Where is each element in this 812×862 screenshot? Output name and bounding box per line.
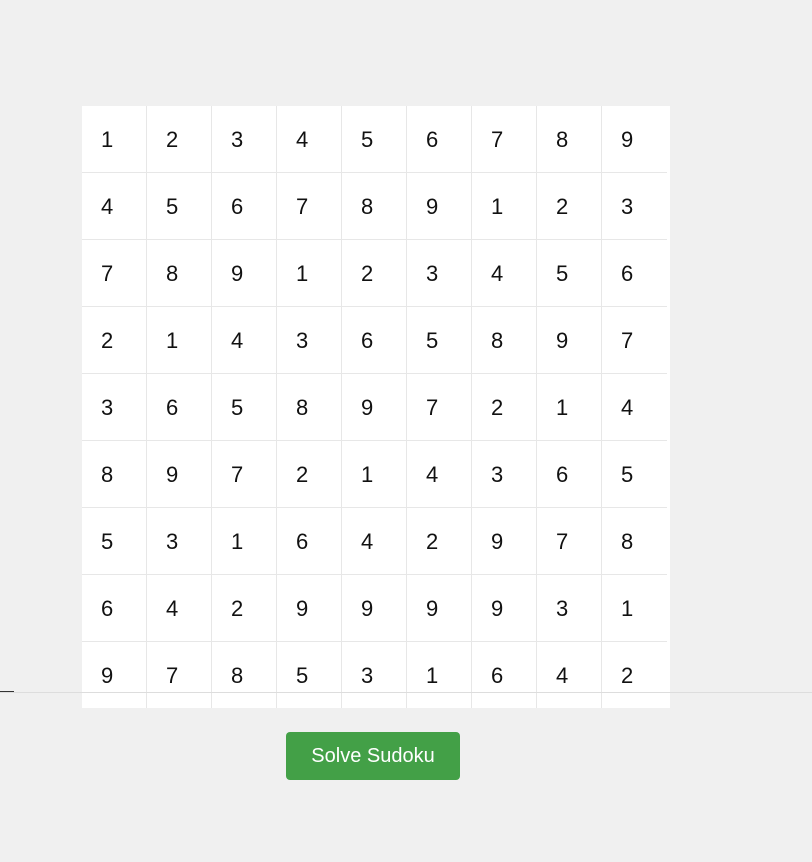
sudoku-cell[interactable]: 4 xyxy=(277,106,342,173)
sudoku-board: 1 2 3 4 5 6 7 8 9 4 5 6 7 8 9 1 2 3 7 8 … xyxy=(82,106,670,708)
sudoku-cell[interactable]: 6 xyxy=(602,240,667,307)
sudoku-cell[interactable]: 3 xyxy=(82,374,147,441)
sudoku-cell[interactable]: 6 xyxy=(82,575,147,642)
sudoku-cell[interactable]: 8 xyxy=(82,441,147,508)
sudoku-cell[interactable]: 3 xyxy=(212,106,277,173)
sudoku-cell[interactable]: 2 xyxy=(82,307,147,374)
sudoku-cell[interactable]: 6 xyxy=(147,374,212,441)
solve-sudoku-button[interactable]: Solve Sudoku xyxy=(286,732,460,780)
sudoku-cell[interactable]: 9 xyxy=(277,575,342,642)
sudoku-cell[interactable]: 9 xyxy=(342,575,407,642)
sudoku-cell[interactable]: 7 xyxy=(472,106,537,173)
sudoku-cell[interactable]: 5 xyxy=(212,374,277,441)
sudoku-cell[interactable]: 7 xyxy=(602,307,667,374)
sudoku-cell[interactable]: 2 xyxy=(602,642,667,708)
sudoku-cell[interactable]: 9 xyxy=(407,575,472,642)
sudoku-cell[interactable]: 7 xyxy=(212,441,277,508)
sudoku-cell[interactable]: 3 xyxy=(147,508,212,575)
sudoku-cell[interactable]: 4 xyxy=(147,575,212,642)
sudoku-cell[interactable]: 8 xyxy=(472,307,537,374)
sudoku-cell[interactable]: 5 xyxy=(147,173,212,240)
sudoku-cell[interactable]: 2 xyxy=(472,374,537,441)
sudoku-cell[interactable]: 7 xyxy=(407,374,472,441)
sudoku-cell[interactable]: 6 xyxy=(407,106,472,173)
sudoku-cell[interactable]: 8 xyxy=(602,508,667,575)
bottom-divider xyxy=(0,692,812,693)
sudoku-cell[interactable]: 4 xyxy=(82,173,147,240)
sudoku-cell[interactable]: 3 xyxy=(602,173,667,240)
sudoku-cell[interactable]: 2 xyxy=(537,173,602,240)
sudoku-cell[interactable]: 1 xyxy=(602,575,667,642)
sudoku-cell[interactable]: 8 xyxy=(537,106,602,173)
sudoku-cell[interactable]: 1 xyxy=(537,374,602,441)
sudoku-cell[interactable]: 6 xyxy=(472,642,537,708)
sudoku-cell[interactable]: 5 xyxy=(342,106,407,173)
sudoku-cell[interactable]: 5 xyxy=(602,441,667,508)
sudoku-cell[interactable]: 7 xyxy=(277,173,342,240)
sudoku-cell[interactable]: 1 xyxy=(147,307,212,374)
sudoku-cell[interactable]: 4 xyxy=(407,441,472,508)
sudoku-cell[interactable]: 9 xyxy=(212,240,277,307)
sudoku-cell[interactable]: 6 xyxy=(212,173,277,240)
sudoku-cell[interactable]: 4 xyxy=(602,374,667,441)
left-edge-marker xyxy=(0,691,14,692)
sudoku-cell[interactable]: 5 xyxy=(407,307,472,374)
sudoku-cell[interactable]: 3 xyxy=(472,441,537,508)
sudoku-cell[interactable]: 9 xyxy=(472,575,537,642)
sudoku-cell[interactable]: 9 xyxy=(342,374,407,441)
sudoku-cell[interactable]: 4 xyxy=(472,240,537,307)
sudoku-cell[interactable]: 7 xyxy=(147,642,212,708)
sudoku-cell[interactable]: 9 xyxy=(407,173,472,240)
sudoku-cell[interactable]: 8 xyxy=(212,642,277,708)
sudoku-cell[interactable]: 9 xyxy=(82,642,147,708)
sudoku-cell[interactable]: 9 xyxy=(602,106,667,173)
sudoku-cell[interactable]: 1 xyxy=(472,173,537,240)
sudoku-cell[interactable]: 3 xyxy=(277,307,342,374)
sudoku-cell[interactable]: 5 xyxy=(82,508,147,575)
sudoku-cell[interactable]: 1 xyxy=(277,240,342,307)
sudoku-cell[interactable]: 2 xyxy=(277,441,342,508)
sudoku-cell[interactable]: 4 xyxy=(212,307,277,374)
sudoku-cell[interactable]: 8 xyxy=(277,374,342,441)
sudoku-cell[interactable]: 9 xyxy=(472,508,537,575)
sudoku-cell[interactable]: 7 xyxy=(82,240,147,307)
sudoku-cell[interactable]: 6 xyxy=(537,441,602,508)
sudoku-cell[interactable]: 1 xyxy=(342,441,407,508)
sudoku-cell[interactable]: 5 xyxy=(277,642,342,708)
sudoku-cell[interactable]: 3 xyxy=(342,642,407,708)
sudoku-cell[interactable]: 3 xyxy=(407,240,472,307)
sudoku-cell[interactable]: 2 xyxy=(147,106,212,173)
sudoku-cell[interactable]: 5 xyxy=(537,240,602,307)
sudoku-cell[interactable]: 3 xyxy=(537,575,602,642)
sudoku-cell[interactable]: 1 xyxy=(212,508,277,575)
sudoku-cell[interactable]: 7 xyxy=(537,508,602,575)
sudoku-cell[interactable]: 9 xyxy=(537,307,602,374)
sudoku-cell[interactable]: 9 xyxy=(147,441,212,508)
sudoku-cell[interactable]: 4 xyxy=(537,642,602,708)
sudoku-cell[interactable]: 1 xyxy=(82,106,147,173)
sudoku-cell[interactable]: 6 xyxy=(277,508,342,575)
sudoku-page: 1 2 3 4 5 6 7 8 9 4 5 6 7 8 9 1 2 3 7 8 … xyxy=(0,0,812,862)
sudoku-cell[interactable]: 8 xyxy=(342,173,407,240)
sudoku-cell[interactable]: 1 xyxy=(407,642,472,708)
sudoku-cell[interactable]: 8 xyxy=(147,240,212,307)
sudoku-cell[interactable]: 6 xyxy=(342,307,407,374)
sudoku-cell[interactable]: 2 xyxy=(407,508,472,575)
sudoku-cell[interactable]: 2 xyxy=(212,575,277,642)
sudoku-cell[interactable]: 4 xyxy=(342,508,407,575)
sudoku-cell[interactable]: 2 xyxy=(342,240,407,307)
